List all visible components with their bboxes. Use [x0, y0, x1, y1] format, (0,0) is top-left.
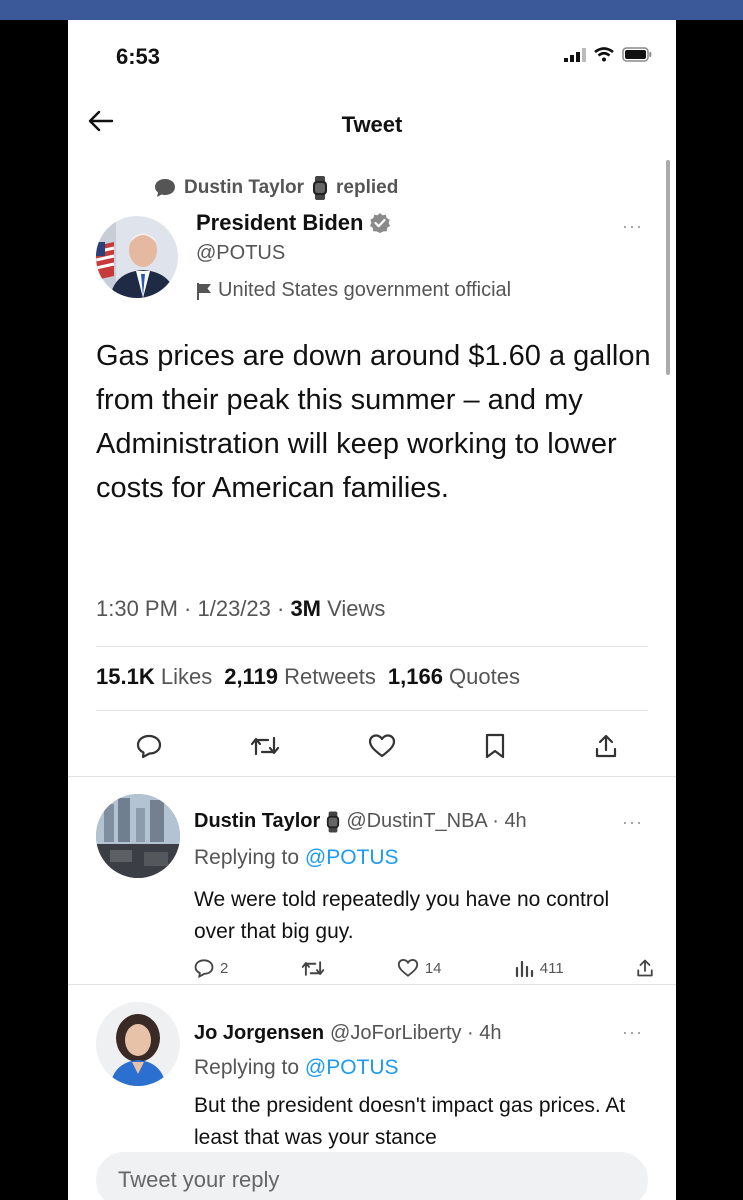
quotes-stat[interactable]: 1,166 Quotes — [388, 664, 520, 690]
reply-icon — [136, 734, 162, 759]
reply-author-name[interactable]: Jo Jorgensen — [194, 1022, 324, 1045]
tweet-text: Gas prices are down around $1.60 a gallo… — [96, 340, 651, 505]
reply-actions: 2 14 411 — [194, 958, 654, 978]
replying-to-prefix: Replying to — [194, 1056, 305, 1079]
tweet-more-icon[interactable]: ··· — [622, 216, 643, 237]
share-button[interactable] — [594, 728, 618, 764]
share-button[interactable] — [636, 958, 654, 978]
page-title: Tweet — [341, 112, 403, 137]
top-color-bar — [0, 0, 743, 20]
watch-icon — [327, 811, 340, 832]
verified-badge-icon — [370, 213, 391, 233]
retweets-count: 2,119 — [224, 664, 279, 689]
avatar[interactable] — [96, 216, 178, 298]
views-label: Views — [321, 596, 386, 621]
share-icon — [595, 734, 617, 758]
retweet-icon — [250, 736, 280, 756]
quotes-count: 1,166 — [387, 664, 443, 689]
reply-count: 2 — [220, 959, 229, 977]
avatar[interactable] — [96, 794, 180, 878]
author-name[interactable]: President Biden — [196, 210, 363, 236]
reply-button[interactable]: 2 — [194, 958, 228, 978]
like-count: 14 — [424, 959, 442, 977]
reply-header: Dustin Taylor @DustinT_NBA · 4h — [194, 810, 527, 833]
divider — [96, 710, 648, 711]
reply-text: But the president doesn't impact gas pri… — [194, 1094, 626, 1149]
tweet-author: President Biden @POTUS United States gov… — [196, 210, 511, 302]
views-count: 3M — [290, 596, 321, 621]
reply-tweet[interactable]: Dustin Taylor @DustinT_NBA · 4h ··· Repl… — [68, 776, 676, 984]
divider — [96, 646, 648, 647]
retweet-icon — [301, 960, 324, 976]
likes-label: Likes — [154, 664, 213, 689]
bookmark-button[interactable] — [484, 728, 506, 764]
share-icon — [637, 959, 653, 977]
status-time: 6:53 — [116, 44, 161, 69]
scrollbar[interactable] — [666, 160, 670, 375]
cellular-signal-icon — [564, 47, 586, 62]
author-name-row[interactable]: President Biden — [196, 210, 511, 236]
phone-screen: 6:53 Tweet Dustin Taylor replied Preside… — [68, 20, 676, 1200]
government-label: United States government official — [196, 279, 511, 302]
reply-header: Jo Jorgensen @JoForLiberty · 4h — [194, 1022, 502, 1045]
wifi-icon — [594, 47, 614, 62]
heart-icon — [368, 734, 396, 758]
tweet-timestamp[interactable]: 1:30 PM · 1/23/23 · — [96, 596, 290, 621]
battery-icon — [622, 47, 652, 62]
analytics-icon — [515, 960, 533, 978]
reply-author-handle[interactable]: @DustinT_NBA · 4h — [346, 810, 526, 833]
like-button[interactable] — [368, 728, 396, 764]
likes-count: 15.1K — [96, 664, 155, 689]
status-icons — [564, 47, 652, 62]
reply-icon — [194, 959, 214, 978]
reply-author-handle[interactable]: @JoForLiberty · 4h — [330, 1022, 501, 1045]
flag-icon — [197, 282, 211, 300]
reply-author-name[interactable]: Dustin Taylor — [194, 810, 320, 833]
reply-more-icon[interactable]: ··· — [622, 812, 643, 833]
view-count: 411 — [539, 959, 564, 977]
replying-to-prefix: Replying to — [194, 846, 305, 869]
reply-button[interactable] — [136, 728, 162, 764]
retweets-stat[interactable]: 2,119 Retweets — [224, 664, 376, 690]
watch-icon — [313, 176, 327, 200]
tweet-stats: 15.1K Likes 2,119 Retweets 1,166 Quotes — [96, 664, 520, 690]
nav-bar: Tweet — [68, 100, 676, 150]
replying-to-link[interactable]: @POTUS — [305, 846, 399, 869]
social-context-name[interactable]: Dustin Taylor — [184, 177, 304, 199]
like-button[interactable]: 14 — [397, 958, 442, 978]
views-button[interactable]: 411 — [514, 958, 564, 978]
reply-input[interactable] — [96, 1152, 648, 1200]
retweets-label: Retweets — [278, 664, 376, 689]
replying-to: Replying to @POTUS — [194, 1056, 399, 1080]
status-bar: 6:53 — [68, 20, 676, 100]
reply-text: We were told repeatedly you have no cont… — [194, 888, 610, 943]
reply-more-icon[interactable]: ··· — [622, 1022, 643, 1043]
reply-bubble-icon — [155, 179, 175, 197]
retweet-button[interactable] — [301, 958, 325, 978]
avatar[interactable] — [96, 1002, 180, 1086]
replying-to-link[interactable]: @POTUS — [305, 1056, 399, 1079]
tweet-actions — [96, 728, 656, 764]
social-context: Dustin Taylor replied — [154, 176, 398, 200]
tweet-meta: 1:30 PM · 1/23/23 · 3M Views — [96, 596, 385, 622]
social-context-action: replied — [336, 177, 399, 198]
quotes-label: Quotes — [442, 664, 520, 689]
bookmark-icon — [485, 733, 505, 759]
heart-icon — [397, 958, 418, 977]
author-handle[interactable]: @POTUS — [196, 242, 511, 265]
reply-composer[interactable] — [96, 1152, 648, 1200]
retweet-button[interactable] — [250, 728, 280, 764]
government-label-text: United States government official — [218, 279, 512, 301]
reply-tweet[interactable]: Jo Jorgensen @JoForLiberty · 4h ··· Repl… — [68, 984, 676, 1149]
replying-to: Replying to @POTUS — [194, 846, 399, 870]
likes-stat[interactable]: 15.1K Likes — [96, 664, 212, 690]
